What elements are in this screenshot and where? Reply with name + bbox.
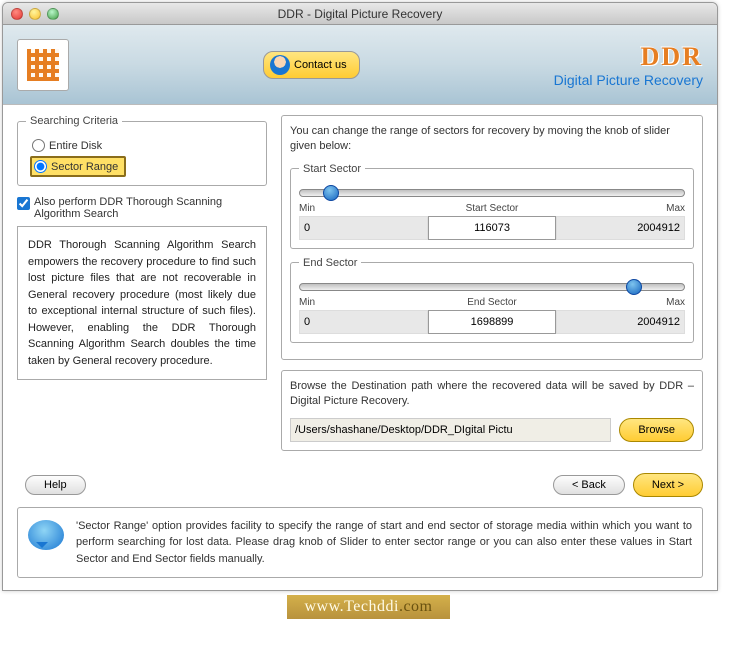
end-max-field	[556, 310, 685, 334]
brand-logo: DDR	[554, 42, 703, 72]
start-value-label: Start Sector	[428, 203, 557, 214]
window-title: DDR - Digital Picture Recovery	[3, 7, 717, 21]
person-icon	[270, 55, 290, 75]
start-max-field	[556, 216, 685, 240]
app-icon	[17, 39, 69, 91]
start-sector-input[interactable]	[428, 216, 557, 240]
back-button[interactable]: < Back	[553, 475, 625, 495]
speech-bubble-icon	[28, 520, 64, 550]
help-button[interactable]: Help	[25, 475, 86, 495]
browse-button[interactable]: Browse	[619, 418, 694, 442]
thorough-checkbox[interactable]	[17, 197, 30, 210]
destination-desc: Browse the Destination path where the re…	[290, 379, 694, 410]
thorough-info-text: DDR Thorough Scanning Algorithm Search e…	[17, 226, 267, 380]
start-sector-group: Start Sector Min Start Sector	[290, 163, 694, 249]
criteria-legend: Searching Criteria	[26, 115, 122, 127]
start-sector-legend: Start Sector	[299, 163, 365, 175]
start-min-label: Min	[299, 203, 428, 214]
end-sector-group: End Sector Min End Sector	[290, 257, 694, 343]
titlebar: DDR - Digital Picture Recovery	[3, 3, 717, 25]
end-max-label: Max	[556, 297, 685, 308]
sector-range-radio[interactable]	[34, 160, 47, 173]
hint-text: 'Sector Range' option provides facility …	[76, 518, 692, 568]
brand-subtitle: Digital Picture Recovery	[554, 72, 703, 88]
start-min-field	[299, 216, 428, 240]
start-max-label: Max	[556, 203, 685, 214]
start-sector-slider[interactable]	[299, 189, 685, 197]
app-window: DDR - Digital Picture Recovery Contact u…	[2, 2, 718, 591]
contact-us-button[interactable]: Contact us	[263, 51, 360, 79]
entire-disk-radio[interactable]	[32, 139, 45, 152]
sector-range-panel: You can change the range of sectors for …	[281, 115, 703, 360]
start-sector-knob[interactable]	[323, 185, 339, 201]
header-banner: Contact us DDR Digital Picture Recovery	[3, 25, 717, 105]
next-button[interactable]: Next >	[633, 473, 703, 497]
thorough-label: Also perform DDR Thorough Scanning Algor…	[34, 196, 267, 220]
end-sector-legend: End Sector	[299, 257, 361, 269]
end-sector-slider[interactable]	[299, 283, 685, 291]
sector-description: You can change the range of sectors for …	[290, 124, 694, 155]
end-sector-knob[interactable]	[626, 279, 642, 295]
hint-panel: 'Sector Range' option provides facility …	[17, 507, 703, 579]
entire-disk-label: Entire Disk	[49, 140, 102, 152]
destination-panel: Browse the Destination path where the re…	[281, 370, 703, 451]
searching-criteria-group: Searching Criteria Entire Disk Sector Ra…	[17, 115, 267, 186]
end-min-label: Min	[299, 297, 428, 308]
end-min-field	[299, 310, 428, 334]
destination-path-input[interactable]	[290, 418, 611, 442]
contact-label: Contact us	[294, 59, 347, 71]
sector-range-label: Sector Range	[51, 161, 118, 173]
end-value-label: End Sector	[428, 297, 557, 308]
watermark: www.Techddi.com	[0, 595, 737, 619]
end-sector-input[interactable]	[428, 310, 557, 334]
